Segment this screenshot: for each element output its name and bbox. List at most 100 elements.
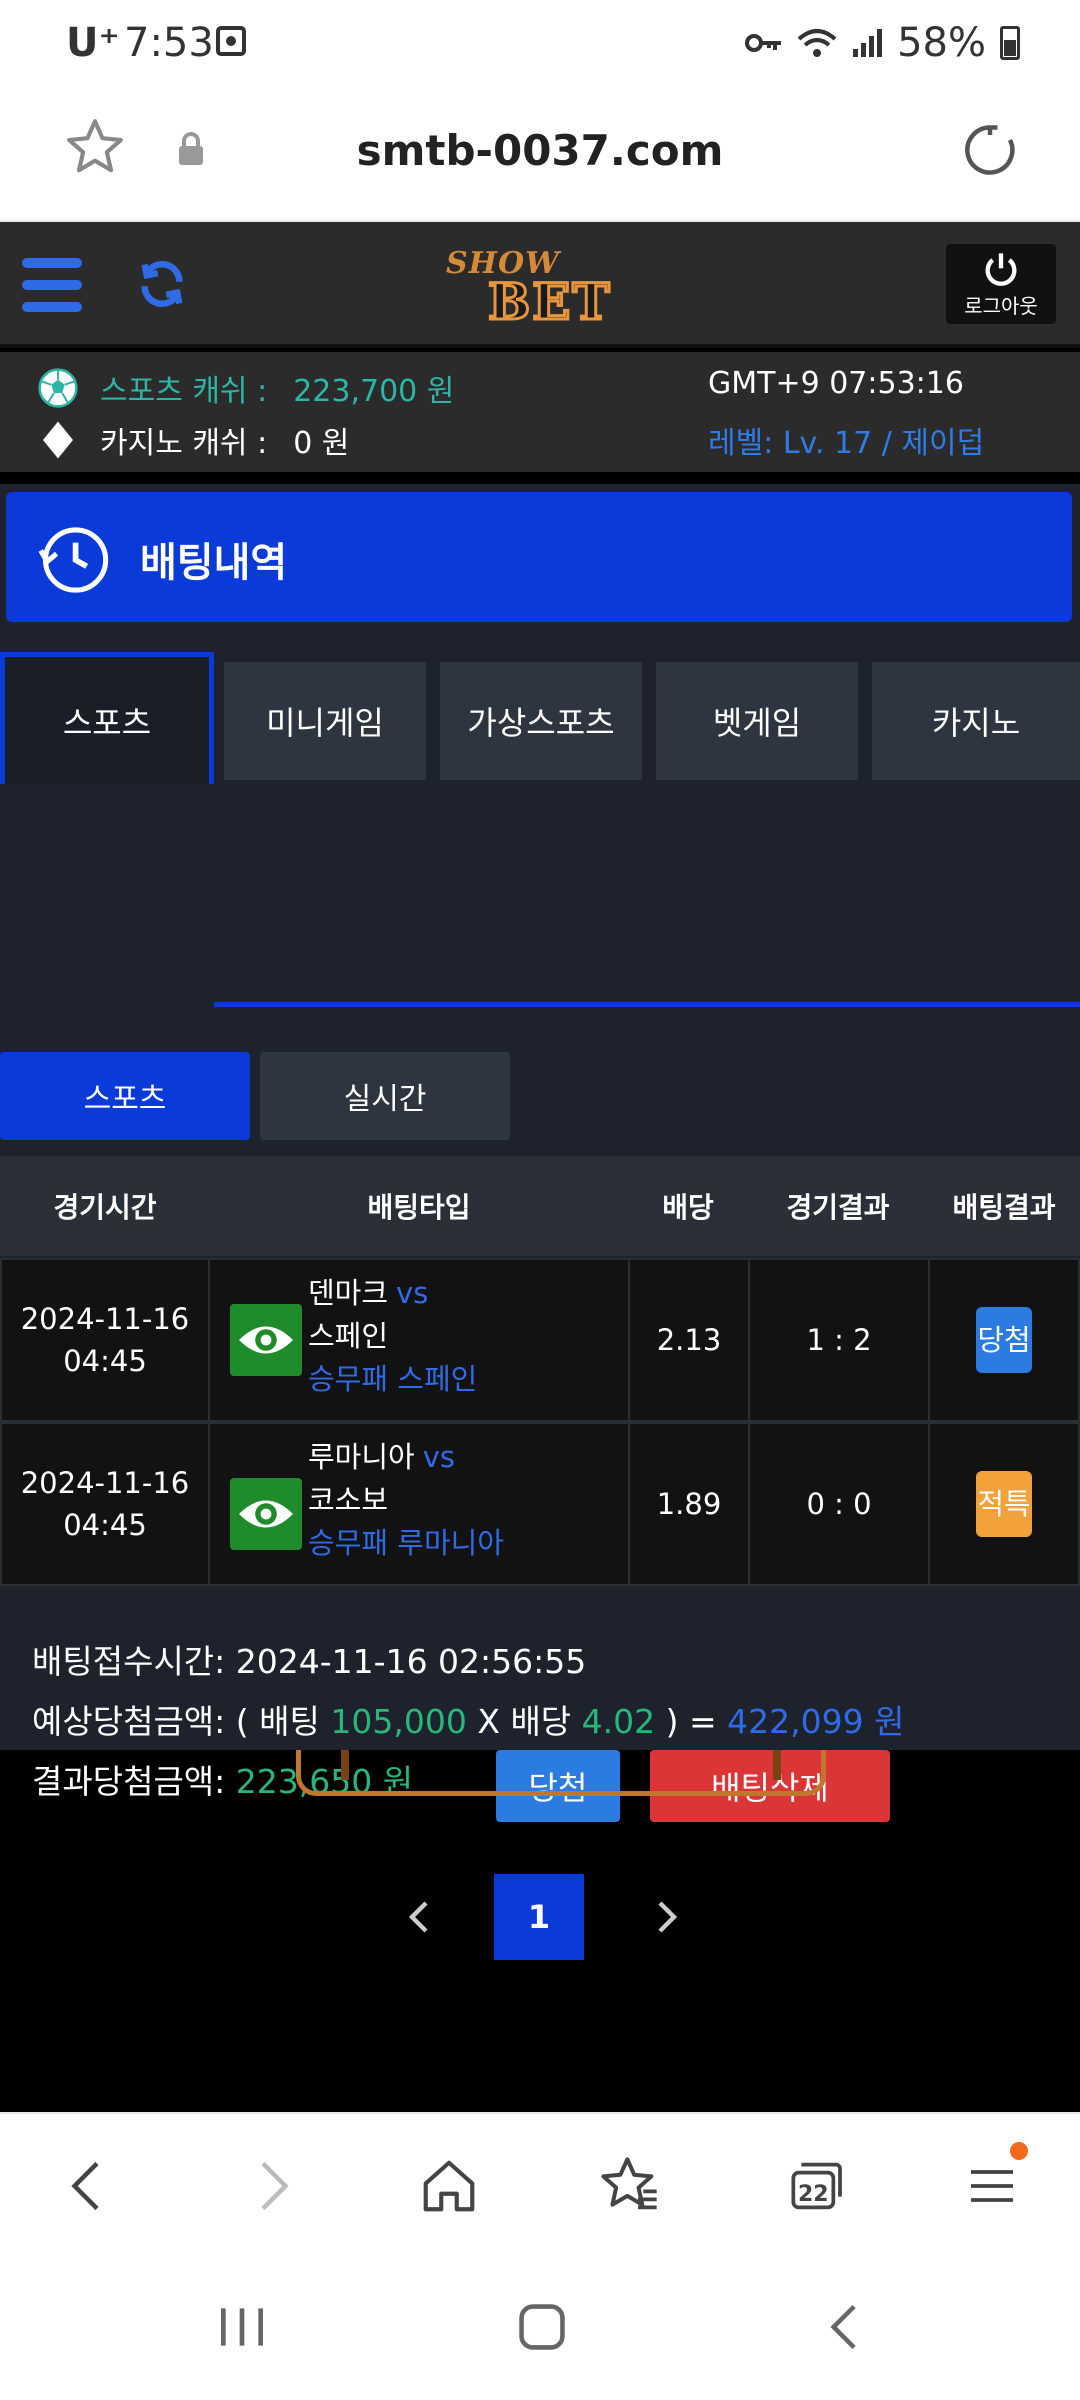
header-game-time: 경기시간 bbox=[53, 1191, 157, 1224]
server-clock: GMT+9 07:53:16 bbox=[708, 366, 964, 401]
header-bet-result: 배팅결과 bbox=[952, 1191, 1056, 1224]
away-team: 스페인 bbox=[308, 1319, 389, 1353]
battery-icon bbox=[1000, 26, 1020, 60]
notification-dot bbox=[1010, 2142, 1028, 2160]
expected-open: ( 배팅 bbox=[235, 1702, 320, 1741]
bet-pick: 승무패 루마니아 bbox=[308, 1526, 504, 1560]
away-team: 코소보 bbox=[308, 1483, 389, 1517]
logout-button[interactable]: 로그아웃 bbox=[946, 244, 1056, 324]
eye-icon bbox=[239, 1500, 293, 1528]
recent-apps-icon[interactable] bbox=[214, 2302, 270, 2352]
received-value: 2024-11-16 02:56:55 bbox=[235, 1642, 587, 1681]
account-info-bar: 스포츠 캐쉬 : 223,700 원 카지노 캐쉬 : 0 원 GMT+9 07… bbox=[0, 352, 1080, 472]
refresh-icon[interactable] bbox=[136, 258, 188, 310]
home-icon[interactable] bbox=[418, 2154, 480, 2218]
tab-bet-game[interactable]: 벳게임 bbox=[656, 662, 858, 780]
home-team: 덴마크 bbox=[308, 1276, 389, 1310]
tabs-button[interactable]: 22 bbox=[780, 2154, 844, 2218]
chevron-left-icon[interactable] bbox=[400, 1892, 440, 1942]
expected-label: 예상당첨금액: bbox=[32, 1702, 226, 1741]
browser-toolbar: 22 bbox=[0, 2112, 1080, 2252]
casino-cash-label: 카지노 캐쉬 : bbox=[100, 426, 268, 461]
tab-casino[interactable]: 카지노 bbox=[872, 662, 1080, 780]
sports-cash-value: 223,700 원 bbox=[293, 374, 455, 409]
key-icon bbox=[745, 34, 782, 52]
casino-cash-value: 0 원 bbox=[293, 426, 350, 461]
tab-virtual-sports[interactable]: 가상스포츠 bbox=[440, 662, 642, 780]
match-info: 덴마크 vs 스페인 승무패 스페인 bbox=[308, 1272, 477, 1401]
user-level[interactable]: 레벨: Lv. 17 / 제이덥 bbox=[708, 418, 984, 462]
forward-icon[interactable] bbox=[248, 2154, 298, 2218]
url-text[interactable]: smtb-0037.com bbox=[0, 126, 1080, 175]
page-title: 배팅내역 bbox=[140, 540, 288, 586]
site-viewport: SHOW BET 로그아웃 스포츠 캐쉬 : 223,700 원 카지노 캐쉬 … bbox=[0, 222, 1080, 2112]
status-time: 7:53 bbox=[124, 20, 214, 66]
view-details-button[interactable] bbox=[230, 1478, 302, 1550]
browser-url-bar: smtb-0037.com bbox=[0, 86, 1080, 222]
expected-close: ) = bbox=[665, 1702, 717, 1741]
bet-amount: 105,000 bbox=[330, 1702, 467, 1741]
table-row: 2024-11-16 04:45 덴마크 vs 스페인 승무패 스페인 2.13 … bbox=[0, 1258, 1080, 1422]
site-logo[interactable]: SHOW BET bbox=[446, 246, 632, 333]
pagination: 1 bbox=[0, 1874, 1080, 1964]
background-logo-graphic bbox=[296, 1750, 826, 1796]
menu-icon bbox=[971, 2170, 1013, 2202]
game-time: 04:45 bbox=[63, 1344, 147, 1378]
system-nav-bar bbox=[0, 2252, 1080, 2400]
vs-label: vs bbox=[396, 1276, 429, 1310]
odds-cell: 1.89 bbox=[628, 1422, 750, 1586]
bet-pick: 승무패 스페인 bbox=[308, 1362, 478, 1396]
game-date: 2024-11-16 bbox=[20, 1466, 190, 1500]
history-clock-icon bbox=[38, 527, 109, 593]
home-team: 루마니아 bbox=[308, 1440, 415, 1474]
score-cell: 1 : 2 bbox=[748, 1258, 930, 1422]
tab-minigame[interactable]: 미니게임 bbox=[224, 662, 426, 780]
browser-menu-button[interactable] bbox=[964, 2142, 1028, 2218]
odds-cell: 2.13 bbox=[628, 1258, 750, 1422]
game-time: 04:45 bbox=[63, 1508, 147, 1542]
home-button-icon[interactable] bbox=[514, 2302, 570, 2352]
header-odds: 배당 bbox=[662, 1191, 714, 1224]
game-date: 2024-11-16 bbox=[20, 1302, 190, 1336]
soccer-ball-icon bbox=[38, 368, 78, 408]
sports-cash-label: 스포츠 캐쉬 : bbox=[100, 374, 268, 409]
tab-sports[interactable]: 스포츠 bbox=[0, 652, 214, 784]
system-back-icon[interactable] bbox=[820, 2302, 870, 2352]
bet-type-cell: 덴마크 vs 스페인 승무패 스페인 bbox=[208, 1258, 630, 1422]
tabs-underline bbox=[214, 1002, 1080, 1007]
times-label: X 배당 bbox=[477, 1702, 572, 1741]
page-title-bar: 배팅내역 bbox=[6, 492, 1072, 622]
game-time-cell: 2024-11-16 04:45 bbox=[0, 1422, 210, 1586]
betting-history-panel: 배팅내역 스포츠 미니게임 가상스포츠 벳게임 카지노 스포츠 실시간 경기시간… bbox=[0, 484, 1080, 1960]
page-1-button[interactable]: 1 bbox=[494, 1874, 584, 1960]
hamburger-menu-icon[interactable] bbox=[22, 258, 82, 312]
carrier-label: U⁺ bbox=[66, 20, 120, 66]
signal-icon bbox=[853, 29, 883, 57]
subtab-live[interactable]: 실시간 bbox=[260, 1052, 510, 1140]
back-icon[interactable] bbox=[62, 2154, 112, 2218]
category-tabs: 스포츠 미니게임 가상스포츠 벳게임 카지노 bbox=[0, 652, 1080, 784]
subtab-sports[interactable]: 스포츠 bbox=[0, 1052, 250, 1140]
total-odds: 4.02 bbox=[581, 1702, 656, 1741]
bet-result-cell: 적특 bbox=[928, 1422, 1080, 1586]
view-details-button[interactable] bbox=[230, 1304, 302, 1376]
bookmarks-icon[interactable] bbox=[598, 2154, 662, 2218]
result-label: 결과당첨금액: bbox=[32, 1762, 226, 1801]
game-time-cell: 2024-11-16 04:45 bbox=[0, 1258, 210, 1422]
screen-record-icon bbox=[216, 26, 246, 56]
bet-result-cell: 당첨 bbox=[928, 1258, 1080, 1422]
status-bar: U⁺ 7:53 58% bbox=[0, 0, 1080, 86]
table-header: 경기시간 배팅타입 배당 경기결과 배팅결과 bbox=[0, 1156, 1080, 1256]
reload-icon[interactable] bbox=[960, 120, 1020, 180]
battery-percent: 58% bbox=[897, 20, 986, 66]
logo-main-text: BET bbox=[487, 271, 612, 333]
status-icons: 58% bbox=[745, 20, 1020, 66]
site-header: SHOW BET 로그아웃 bbox=[0, 222, 1080, 348]
power-icon bbox=[985, 253, 1017, 286]
header-game-result: 경기결과 bbox=[786, 1191, 890, 1224]
table-row: 2024-11-16 04:45 루마니아 vs 코소보 승무패 루마니아 1.8… bbox=[0, 1422, 1080, 1586]
bet-type-cell: 루마니아 vs 코소보 승무패 루마니아 bbox=[208, 1422, 630, 1586]
diamond-icon bbox=[43, 421, 73, 459]
match-info: 루마니아 vs 코소보 승무패 루마니아 bbox=[308, 1436, 504, 1565]
chevron-right-icon[interactable] bbox=[646, 1892, 686, 1942]
